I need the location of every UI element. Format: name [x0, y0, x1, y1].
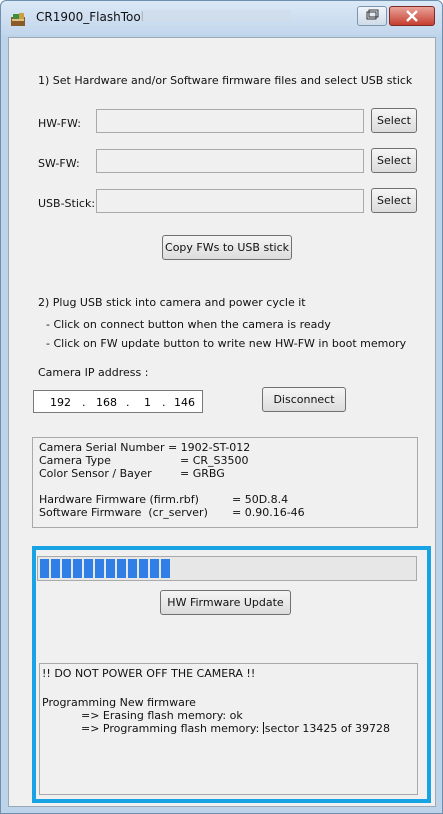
software-firmware-value: = 0.90.16-46 — [232, 506, 305, 519]
camera-info-panel: Camera Serial Number = 1902-ST-012 Camer… — [32, 437, 418, 528]
ip-dot: . — [126, 396, 130, 409]
log-erasing: => Erasing flash memory: ok — [81, 709, 243, 722]
progress-segment — [106, 559, 115, 578]
camera-ip-label: Camera IP address : — [38, 366, 149, 379]
log-warning: !! DO NOT POWER OFF THE CAMERA !! — [42, 667, 256, 680]
ip-octet-4: 146 — [174, 396, 195, 409]
restore-button[interactable] — [357, 6, 387, 26]
text-cursor — [262, 722, 264, 734]
select-usb-stick-button[interactable]: Select — [371, 188, 417, 213]
ip-octet-2: 168 — [96, 396, 117, 409]
ip-dot: . — [82, 396, 86, 409]
log-programming: Programming New firmware — [42, 696, 196, 709]
progress-segment — [40, 559, 49, 578]
log-sector-count: sector 13425 of 39728 — [264, 722, 390, 735]
log-programming-prefix: => Programming flash memory: — [81, 722, 263, 735]
progress-segment — [150, 559, 159, 578]
ip-octet-1: 192 — [50, 396, 71, 409]
hw-fw-field[interactable] — [96, 109, 364, 133]
progress-segment — [117, 559, 126, 578]
blurred-title-text — [141, 10, 291, 22]
progress-segment — [161, 559, 170, 578]
select-sw-fw-button[interactable]: Select — [371, 148, 417, 173]
progress-fill — [40, 559, 170, 578]
hardware-firmware-label: Hardware Firmware (firm.rbf) — [39, 493, 199, 506]
color-sensor-value: = GRBG — [180, 467, 225, 480]
restore-icon — [366, 9, 379, 20]
step1-instruction: 1) Set Hardware and/or Software firmware… — [38, 74, 413, 87]
camera-type-value: = CR_S3500 — [180, 454, 249, 467]
camera-type-label: Camera Type — [39, 454, 111, 467]
window-title: CR1900_FlashTool — [36, 10, 145, 24]
progress-segment — [51, 559, 60, 578]
hw-firmware-update-button[interactable]: HW Firmware Update — [160, 590, 291, 615]
select-hw-fw-button[interactable]: Select — [371, 108, 417, 133]
app-icon — [11, 13, 25, 26]
title-bar[interactable]: CR1900_FlashTool — [1, 1, 442, 35]
progress-segment — [128, 559, 137, 578]
close-button[interactable] — [389, 6, 435, 26]
disconnect-button[interactable]: Disconnect — [262, 387, 346, 412]
color-sensor-label: Color Sensor / Bayer — [39, 467, 152, 480]
camera-serial: Camera Serial Number = 1902-ST-012 — [39, 441, 251, 454]
ip-dot: . — [162, 396, 166, 409]
hardware-firmware-value: = 50D.8.4 — [232, 493, 289, 506]
sw-fw-label: SW-FW: — [38, 157, 80, 170]
step2-instruction: 2) Plug USB stick into camera and power … — [38, 296, 306, 309]
close-icon — [406, 10, 418, 22]
step2-hint-update: - Click on FW update button to write new… — [46, 337, 407, 350]
progress-segment — [139, 559, 148, 578]
sw-fw-field[interactable] — [96, 149, 364, 173]
copy-fws-button[interactable]: Copy FWs to USB stick — [162, 235, 292, 260]
progress-segment — [73, 559, 82, 578]
camera-ip-input[interactable]: 192 . 168 . 1 . 146 — [33, 390, 203, 413]
progress-segment — [84, 559, 93, 578]
progress-segment — [95, 559, 104, 578]
usb-stick-field[interactable] — [96, 189, 364, 213]
step2-hint-connect: - Click on connect button when the camer… — [46, 318, 331, 331]
log-programming-progress: => Programming flash memory: sector 1342… — [81, 722, 390, 735]
hw-fw-label: HW-FW: — [38, 117, 81, 130]
usb-stick-label: USB-Stick: — [38, 197, 96, 210]
progress-bar — [37, 556, 417, 581]
flash-tool-window: CR1900_FlashTool 1) Set Hardware and/or … — [0, 0, 443, 814]
ip-octet-3: 1 — [144, 396, 151, 409]
software-firmware-label: Software Firmware (cr_server) — [39, 506, 208, 519]
progress-segment — [62, 559, 71, 578]
update-log-panel: !! DO NOT POWER OFF THE CAMERA !! Progra… — [39, 663, 418, 795]
